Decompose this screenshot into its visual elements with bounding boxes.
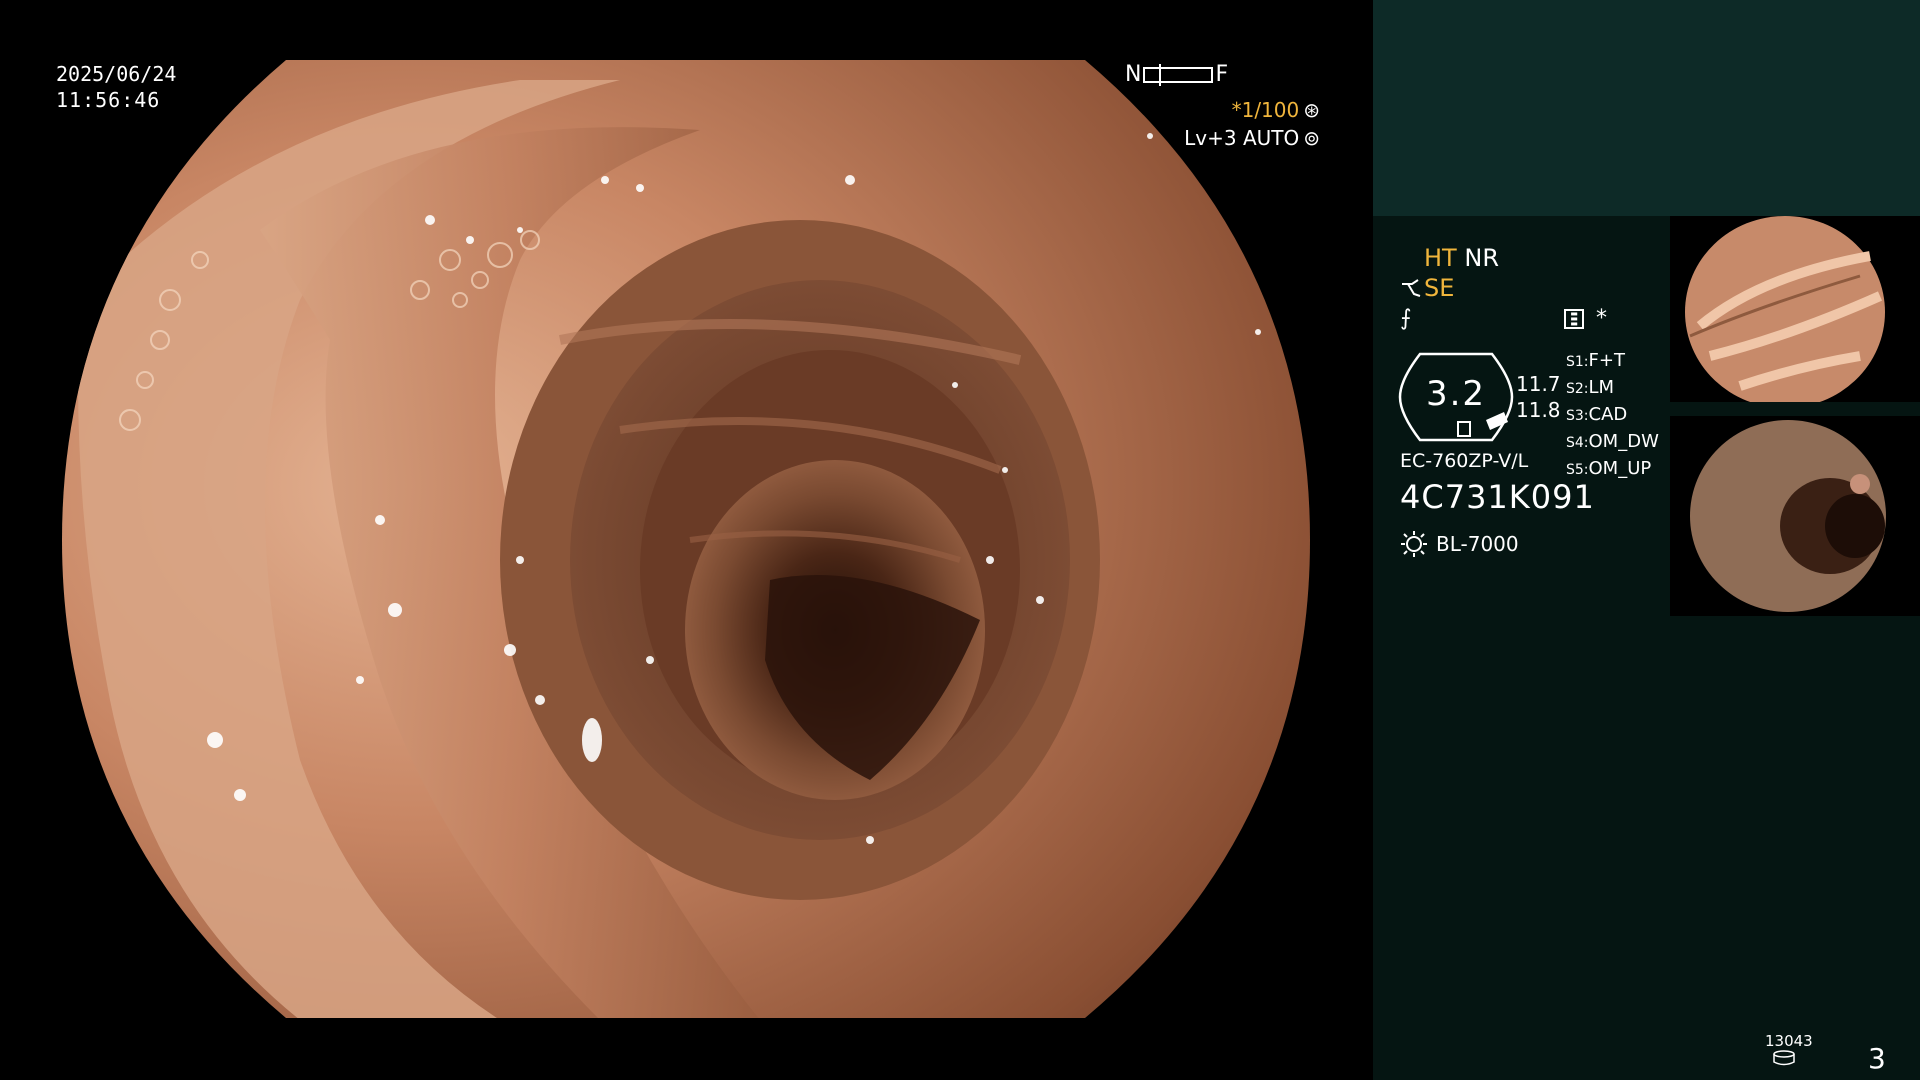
s-mode-row: S1:F+T xyxy=(1566,350,1625,371)
far-label: F xyxy=(1215,62,1229,87)
near-far-indicator: N F xyxy=(1125,62,1228,87)
gauge-value: 3.2 xyxy=(1425,374,1487,414)
time-label: 11:56:46 xyxy=(56,88,161,112)
scope-model: EC-760ZP-V/L xyxy=(1400,450,1529,472)
auto-exposure-icon: ⊚ xyxy=(1303,126,1320,150)
page-number: 3 xyxy=(1868,1042,1886,1075)
shutter-value: *1/100 xyxy=(1231,98,1300,122)
mode-ht: HT xyxy=(1424,244,1457,272)
se-line: SE xyxy=(1400,274,1454,302)
disk-icon xyxy=(1773,1050,1795,1066)
s-mode-list: S1:F+T S2:LM S3:CAD S4:OM_DW S5:OM_UP xyxy=(1566,348,1659,483)
scope-serial: 4C731K091 xyxy=(1400,478,1595,516)
capture-thumbnail[interactable] xyxy=(1670,216,1920,402)
s-mode-row: S3:CAD xyxy=(1566,404,1628,425)
capture-thumbnail[interactable] xyxy=(1670,416,1920,616)
scope-bend-icon xyxy=(1402,279,1421,297)
menu-icon: ▬ ▬ ▬ xyxy=(1564,308,1584,329)
gauge-reading-2: 11.8 xyxy=(1516,398,1561,422)
menu-icons: ▬ ▬ ▬ * xyxy=(1564,306,1607,331)
light-source: BL-7000 xyxy=(1400,530,1519,558)
date-label: 2025/06/24 xyxy=(56,62,177,86)
s-mode-row: S2:LM xyxy=(1566,377,1615,398)
s-mode-row: S4:OM_DW xyxy=(1566,431,1659,452)
endoscope-view xyxy=(62,60,1310,1018)
menu-star: * xyxy=(1596,306,1607,331)
freeze-icon: ⨍ xyxy=(1400,306,1412,331)
near-far-bar xyxy=(1143,63,1214,86)
mode-nr: NR xyxy=(1464,244,1499,272)
level-readout: Lv+3 AUTO ⊚ xyxy=(1184,126,1320,150)
shutter-readout: *1/100 ⊛ xyxy=(1232,98,1320,122)
level-value: Lv+3 AUTO xyxy=(1184,126,1300,150)
light-source-icon xyxy=(1401,531,1427,557)
gauge-reading-1: 11.7 xyxy=(1516,372,1561,396)
mode-se: SE xyxy=(1424,274,1455,302)
info-panel-header xyxy=(1373,0,1920,216)
aperture-icon: ⊛ xyxy=(1303,98,1320,122)
near-label: N xyxy=(1125,62,1142,87)
image-count: 13043 xyxy=(1765,1032,1813,1050)
light-source-label: BL-7000 xyxy=(1436,532,1519,556)
mode-line: HT NR xyxy=(1424,244,1499,272)
